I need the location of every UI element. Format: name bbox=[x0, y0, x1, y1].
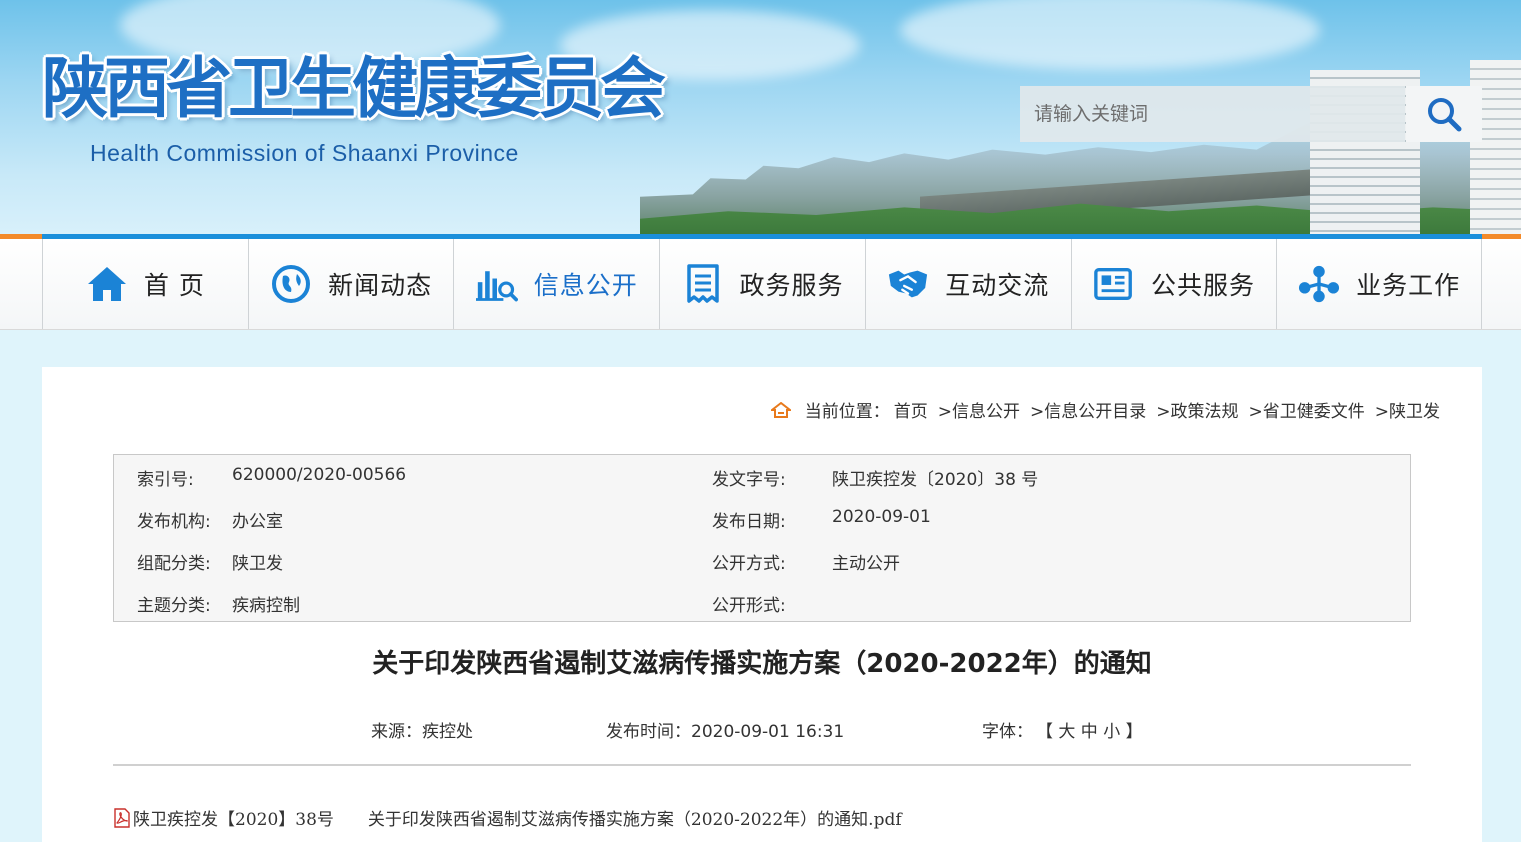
nav-label: 政务服务 bbox=[739, 271, 844, 300]
meta-value: 主动公开 bbox=[832, 554, 900, 574]
font-size-label: 字体： bbox=[982, 722, 1033, 742]
nav-item-info-disclosure[interactable]: 信息公开 bbox=[453, 239, 659, 329]
meta-value: 疾病控制 bbox=[232, 596, 300, 616]
breadcrumb-link[interactable]: >信息公开目录 bbox=[1030, 397, 1146, 422]
nav-item-public-services[interactable]: 公共服务 bbox=[1070, 239, 1277, 329]
meta-label: 发布机构: bbox=[137, 512, 211, 532]
nav-label: 新闻动态 bbox=[328, 271, 433, 300]
meta-label: 索引号: bbox=[137, 470, 194, 490]
breadcrumb-link-home[interactable]: 首页 bbox=[894, 397, 928, 422]
meta-label: 公开方式: bbox=[712, 554, 786, 574]
nav-item-interaction[interactable]: 互动交流 bbox=[864, 239, 1071, 329]
meta-label: 组配分类: bbox=[137, 554, 211, 574]
font-size-controls[interactable]: 【 大 中 小 】 bbox=[1036, 717, 1143, 742]
meta-row: 主题分类: 疾病控制 公开形式: bbox=[114, 581, 1410, 623]
main-content: 当前位置： 首页 >信息公开 >信息公开目录 >政策法规 >省卫健委文件 >陕卫… bbox=[42, 367, 1482, 842]
breadcrumb-link[interactable]: >信息公开 bbox=[938, 397, 1020, 422]
document-icon bbox=[682, 263, 724, 305]
meta-value: 陕卫发 bbox=[232, 554, 283, 574]
meta-label: 主题分类: bbox=[137, 596, 211, 616]
site-subtitle: Health Commission of Shaanxi Province bbox=[90, 140, 519, 166]
document-title: 关于印发陕西省遏制艾滋病传播实施方案（2020-2022年）的通知 bbox=[372, 649, 1152, 679]
divider bbox=[113, 764, 1411, 766]
attachment-link[interactable]: 陕卫疾控发【2020】38号 关于印发陕西省遏制艾滋病传播实施方案（2020-2… bbox=[113, 805, 902, 830]
newspaper-icon bbox=[1093, 263, 1135, 305]
site-header: 陕西省卫生健康委员会 Health Commission of Shaanxi … bbox=[0, 0, 1521, 234]
nav-label: 信息公开 bbox=[533, 271, 638, 300]
search-icon bbox=[1428, 98, 1462, 132]
document-meta-table: 索引号: 620000/2020-00566 发文字号: 陕卫疾控发〔2020〕… bbox=[113, 454, 1411, 622]
breadcrumb-link[interactable]: >省卫健委文件 bbox=[1249, 397, 1365, 422]
main-nav: 首 页 新闻动态 信息公开 政务服务 互动交流 公共服务 业务工作 bbox=[0, 239, 1521, 330]
handshake-icon bbox=[887, 263, 929, 305]
meta-label: 发文字号: bbox=[712, 470, 786, 490]
meta-row: 发布机构: 办公室 发布日期: 2020-09-01 bbox=[114, 497, 1410, 539]
nav-item-business-work[interactable]: 业务工作 bbox=[1276, 239, 1483, 329]
nav-item-home[interactable]: 首 页 bbox=[42, 239, 248, 329]
chart-search-icon bbox=[475, 263, 518, 305]
meta-label: 发布日期: bbox=[712, 512, 786, 532]
search-input[interactable] bbox=[1020, 86, 1405, 142]
attachment-text: 陕卫疾控发【2020】38号 关于印发陕西省遏制艾滋病传播实施方案（2020-2… bbox=[133, 810, 902, 830]
meta-row: 组配分类: 陕卫发 公开方式: 主动公开 bbox=[114, 539, 1410, 581]
nav-label: 首 页 bbox=[143, 271, 205, 300]
meta-value: 陕卫疾控发〔2020〕38 号 bbox=[832, 470, 1039, 490]
pdf-icon bbox=[114, 807, 130, 828]
search-button[interactable] bbox=[1406, 86, 1482, 142]
nav-item-news[interactable]: 新闻动态 bbox=[247, 239, 454, 329]
home-outline-icon bbox=[770, 401, 791, 418]
document-source: 来源：疾控处 bbox=[371, 722, 473, 742]
site-title: 陕西省卫生健康委员会 bbox=[42, 50, 666, 127]
meta-value: 2020-09-01 bbox=[832, 507, 931, 527]
nav-label: 公共服务 bbox=[1150, 271, 1255, 300]
breadcrumb: 当前位置： 首页 >信息公开 >信息公开目录 >政策法规 >省卫健委文件 >陕卫… bbox=[770, 397, 1440, 422]
network-icon bbox=[1298, 263, 1340, 305]
breadcrumb-link[interactable]: >政策法规 bbox=[1156, 397, 1238, 422]
meta-label: 公开形式: bbox=[712, 596, 786, 616]
publish-time: 发布时间：2020-09-01 16:31 bbox=[606, 722, 845, 742]
globe-icon bbox=[270, 263, 312, 305]
meta-row: 索引号: 620000/2020-00566 发文字号: 陕卫疾控发〔2020〕… bbox=[114, 455, 1410, 497]
meta-value: 办公室 bbox=[232, 512, 283, 532]
cloud-decoration bbox=[900, 0, 1320, 70]
nav-label: 业务工作 bbox=[1356, 271, 1461, 300]
breadcrumb-prefix: 当前位置： bbox=[804, 402, 890, 422]
nav-label: 互动交流 bbox=[945, 271, 1050, 300]
breadcrumb-link[interactable]: >陕卫发 bbox=[1375, 397, 1440, 422]
search-box bbox=[1020, 86, 1482, 142]
meta-value: 620000/2020-00566 bbox=[232, 465, 407, 485]
home-icon bbox=[86, 263, 128, 305]
nav-item-gov-services[interactable]: 政务服务 bbox=[659, 239, 865, 329]
